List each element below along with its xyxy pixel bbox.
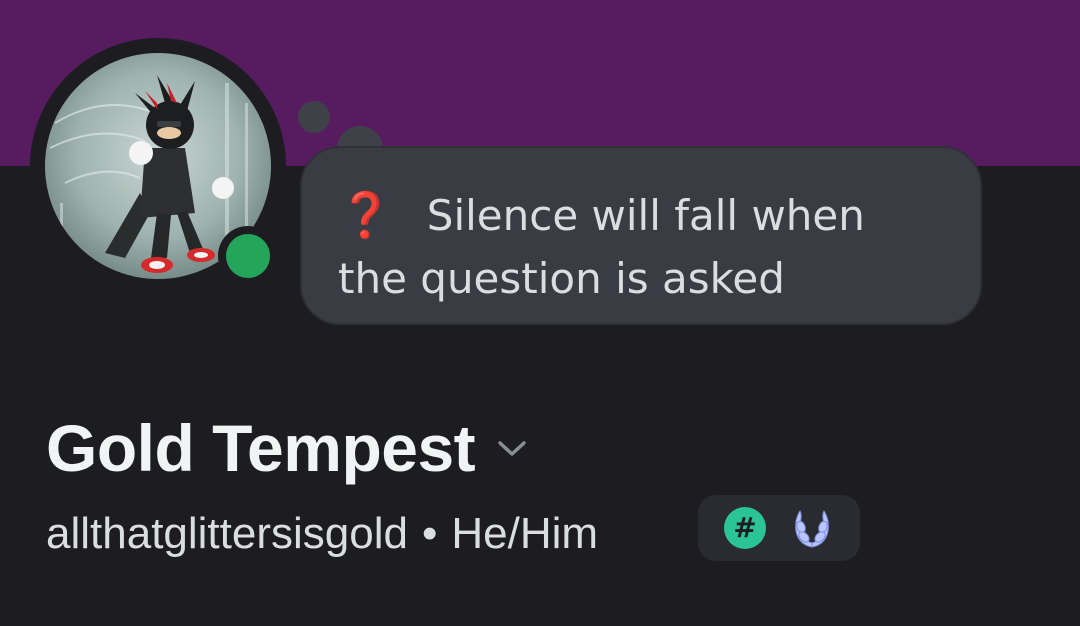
online-status-indicator <box>226 234 270 278</box>
display-name-row[interactable]: Gold Tempest <box>46 408 527 488</box>
separator-dot: • <box>421 509 438 558</box>
display-name: Gold Tempest <box>46 411 476 485</box>
username: allthatglittersisgold <box>46 509 408 558</box>
profile-subtitle: allthatglittersisgold • He/Him <box>46 504 598 564</box>
laurel-badge-icon[interactable] <box>788 505 836 557</box>
badge-container: # <box>698 495 860 561</box>
hash-badge-icon[interactable]: # <box>724 507 766 549</box>
custom-status-text: Silence will fall when the question is a… <box>338 191 865 303</box>
pronouns: He/Him <box>451 509 599 558</box>
custom-status-bubble[interactable]: ❓ Silence will fall when the question is … <box>300 146 982 325</box>
question-mark-icon: ❓ <box>338 190 393 241</box>
chevron-down-icon[interactable] <box>497 440 527 462</box>
thought-bubble-dot-small <box>298 101 330 133</box>
